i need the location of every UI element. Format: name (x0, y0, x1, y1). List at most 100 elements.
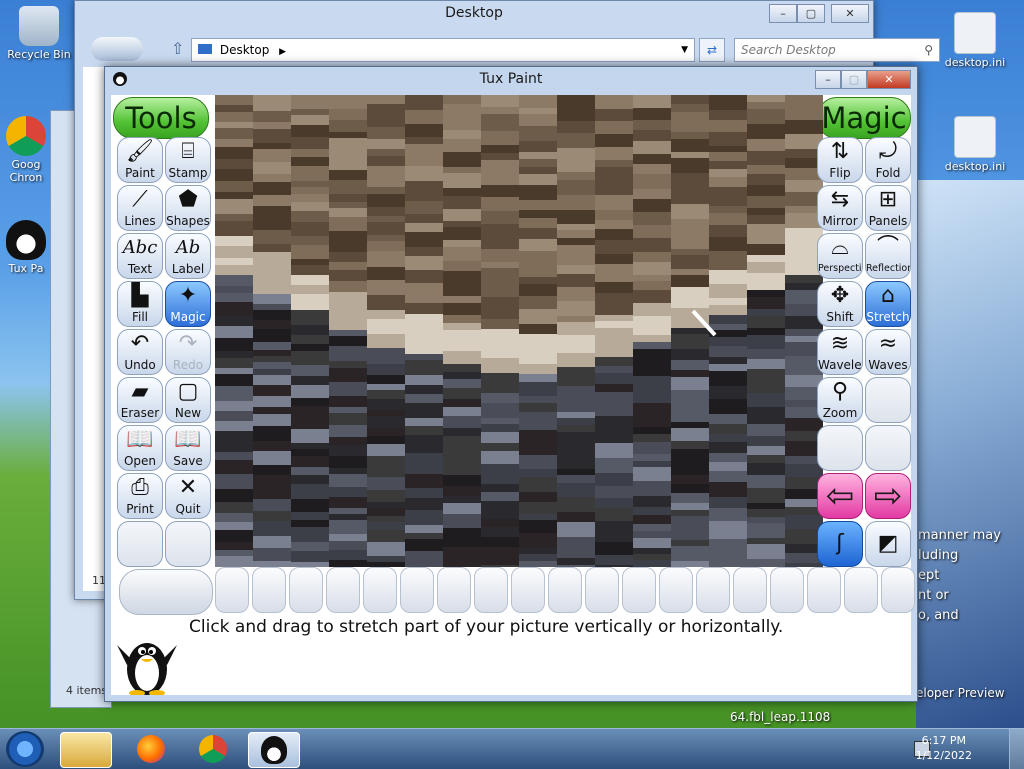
canvas-stripe (595, 264, 634, 272)
tool-button-fold[interactable]: ⤾ Fold (865, 137, 911, 183)
tool-button-lines[interactable]: ⟋ Lines (117, 185, 163, 231)
color-slot[interactable] (326, 567, 360, 613)
fullscreen-mode-button[interactable]: ◩ (865, 521, 911, 567)
tool-button-perspective[interactable]: ⌓ Perspective (817, 233, 863, 279)
up-arrow-icon[interactable]: ⇧ (171, 39, 184, 58)
tool-button-stretch[interactable]: ⌂ Stretch (865, 281, 911, 327)
tool-button-label[interactable]: Ab Label (165, 233, 211, 279)
color-slot[interactable] (622, 567, 656, 613)
tp-close-button[interactable]: ✕ (867, 70, 911, 89)
back-forward-buttons[interactable] (91, 37, 143, 61)
canvas-stripe (557, 497, 596, 513)
canvas-stripe (367, 216, 406, 223)
taskbar-explorer[interactable] (60, 732, 112, 768)
tool-button-paint[interactable]: 🖌 Paint (117, 137, 163, 183)
canvas-stripe (709, 177, 748, 188)
canvas-stripe (405, 459, 444, 469)
close-button[interactable]: ✕ (831, 4, 869, 23)
canvas-stripe (671, 412, 710, 423)
tool-button-zoom[interactable]: ⚲ Zoom (817, 377, 863, 423)
tool-button-eraser[interactable]: ▰ Eraser (117, 377, 163, 423)
paint-mode-button[interactable]: ʃ (817, 521, 863, 567)
tool-button-mirror[interactable]: ⇆ Mirror (817, 185, 863, 231)
drawing-canvas[interactable] (215, 95, 823, 567)
desktop-icon-desktop-ini-1[interactable]: desktop.ini (940, 12, 1010, 69)
clock[interactable]: 6:17 PM 1/12/2022 (916, 733, 972, 763)
tools-header: Tools (113, 97, 209, 139)
color-slot[interactable] (474, 567, 508, 613)
tool-button-quit[interactable]: ✕ Quit (165, 473, 211, 519)
show-desktop-button[interactable] (1009, 729, 1024, 769)
color-slot[interactable] (548, 567, 582, 613)
color-slot[interactable] (696, 567, 730, 613)
desktop-icon-desktop-ini-2[interactable]: desktop.ini (940, 116, 1010, 173)
tool-button-shift[interactable]: ✥ Shift (817, 281, 863, 327)
color-slot[interactable] (252, 567, 286, 613)
wallpaper-build-text: 64.fbl_leap.1108 (730, 710, 831, 724)
tool-button-flip[interactable]: ⇅ Flip (817, 137, 863, 183)
desktop-icon-label: desktop.ini (944, 160, 1006, 173)
canvas-stripe (557, 107, 596, 122)
taskbar-tuxpaint[interactable] (248, 732, 300, 768)
search-input[interactable]: Search Desktop ⚲ (734, 38, 940, 62)
minimize-button[interactable]: – (769, 4, 797, 23)
tool-button-waves[interactable]: ≈ Waves (865, 329, 911, 375)
desktop-icon-recycle-bin[interactable]: Recycle Bin (4, 6, 74, 61)
color-slot[interactable] (585, 567, 619, 613)
tool-button-wavelets[interactable]: ≋ Wavelets (817, 329, 863, 375)
tool-button-stamp[interactable]: ⌸ Stamp (165, 137, 211, 183)
color-slot[interactable] (363, 567, 397, 613)
color-slot[interactable] (733, 567, 767, 613)
tool-button-fill[interactable]: ▙ Fill (117, 281, 163, 327)
color-slot[interactable] (511, 567, 545, 613)
start-button[interactable] (6, 731, 44, 767)
canvas-stripe (481, 519, 520, 528)
color-slot[interactable] (400, 567, 434, 613)
tuxpaint-window: Tux Paint – ▢ ✕ Tools Magic Click and dr… (104, 66, 918, 702)
taskbar-firefox[interactable] (126, 732, 176, 766)
canvas-stripe (747, 139, 786, 152)
desktop-icon-chrome[interactable]: Goog Chron (0, 116, 52, 184)
maximize-button[interactable]: ▢ (797, 4, 825, 23)
color-big-slot[interactable] (119, 569, 213, 615)
color-slot[interactable] (770, 567, 804, 613)
color-slot[interactable] (289, 567, 323, 613)
color-slot[interactable] (215, 567, 249, 613)
magic-prev-button[interactable]: ⇦ (817, 473, 863, 519)
color-slot[interactable] (844, 567, 878, 613)
canvas-stripe (367, 416, 406, 429)
tool-button-reflection[interactable]: ⌒ Reflection (865, 233, 911, 279)
tool-button-undo[interactable]: ↶ Undo (117, 329, 163, 375)
tp-minimize-button[interactable]: – (815, 70, 841, 89)
canvas-stripe (557, 322, 596, 336)
color-slot[interactable] (659, 567, 693, 613)
dropdown-icon[interactable]: ▼ (681, 39, 688, 61)
canvas-image[interactable] (215, 95, 823, 567)
canvas-stripe (215, 460, 254, 475)
color-slot[interactable] (437, 567, 471, 613)
tool-button-text[interactable]: Abc Text (117, 233, 163, 279)
address-bar[interactable]: Desktop ▶ ▼ (191, 38, 695, 62)
canvas-stripe (671, 349, 710, 361)
tool-button-save[interactable]: 📖 Save (165, 425, 211, 471)
tool-button-new[interactable]: ▢ New (165, 377, 211, 423)
taskbar-chrome[interactable] (188, 732, 238, 766)
tp-maximize-button[interactable]: ▢ (841, 70, 867, 89)
tool-button-magic[interactable]: ✦ Magic (165, 281, 211, 327)
tool-button-shapes[interactable]: ⬟ Shapes (165, 185, 211, 231)
tool-button-open[interactable]: 📖 Open (117, 425, 163, 471)
canvas-stripe (633, 164, 672, 175)
canvas-stripe (405, 375, 444, 386)
color-slot[interactable] (881, 567, 915, 613)
tool-button-panels[interactable]: ⊞ Panels (865, 185, 911, 231)
tool-button-print[interactable]: ⎙ Print (117, 473, 163, 519)
desktop-icon-tuxpaint[interactable]: Tux Pa (0, 220, 52, 275)
canvas-stripe (557, 483, 596, 498)
canvas-stripe (443, 139, 482, 153)
canvas-stripe (747, 503, 786, 510)
search-icon[interactable]: ⚲ (924, 39, 933, 61)
color-slot[interactable] (807, 567, 841, 613)
magic-next-button[interactable]: ⇨ (865, 473, 911, 519)
refresh-button[interactable]: ⇄ (699, 38, 725, 62)
tool-button-redo[interactable]: ↷ Redo (165, 329, 211, 375)
